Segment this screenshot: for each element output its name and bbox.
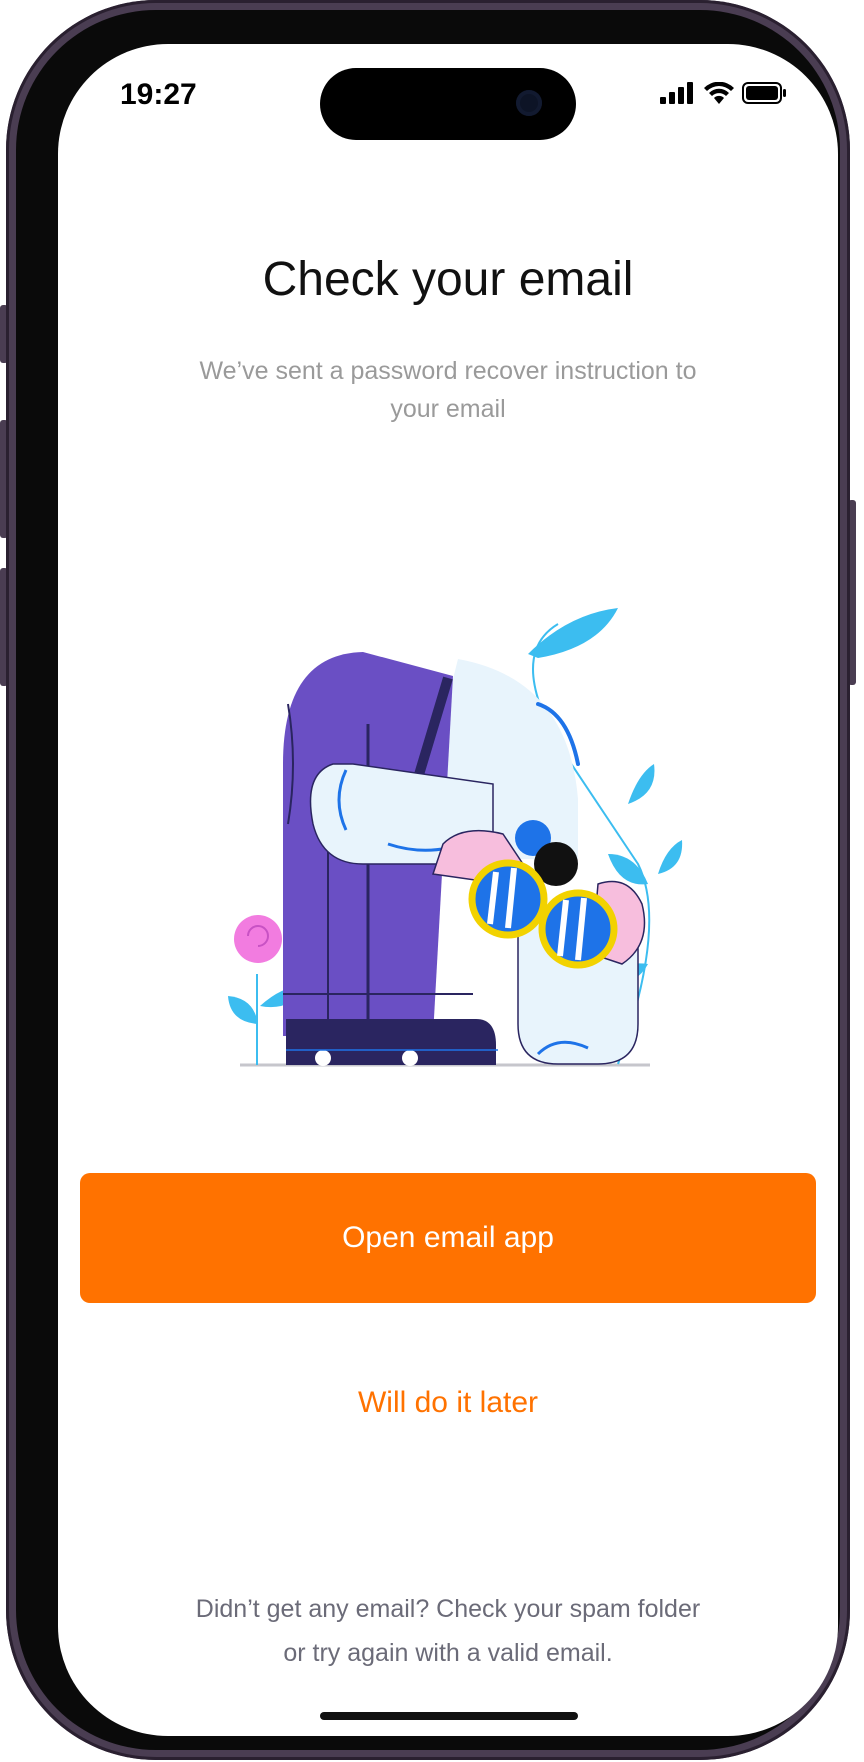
screen: 19:27 Check your email We’ve sent a pass… [58,44,838,1736]
home-indicator[interactable] [320,1712,578,1720]
person-with-binoculars-illustration [228,608,683,1067]
page-title: Check your email [262,253,634,306]
phone-bezel: 19:27 Check your email We’ve sent a pass… [16,10,840,1750]
page-subtitle: We’ve sent a password recover instructio… [199,357,697,423]
will-do-it-later-link[interactable]: Will do it later [58,1386,838,1420]
status-time: 19:27 [120,78,197,111]
wifi-icon [704,82,734,104]
cellular-signal-icon [660,82,693,104]
camera-icon [516,90,542,116]
dynamic-island [320,68,576,140]
phone-frame: 19:27 Check your email We’ve sent a pass… [6,0,850,1760]
battery-icon [742,82,786,104]
footer-note: Didn’t get any email? Check your spam fo… [195,1595,701,1667]
open-email-app-button[interactable]: Open email app [80,1173,816,1303]
status-icons [660,82,788,104]
